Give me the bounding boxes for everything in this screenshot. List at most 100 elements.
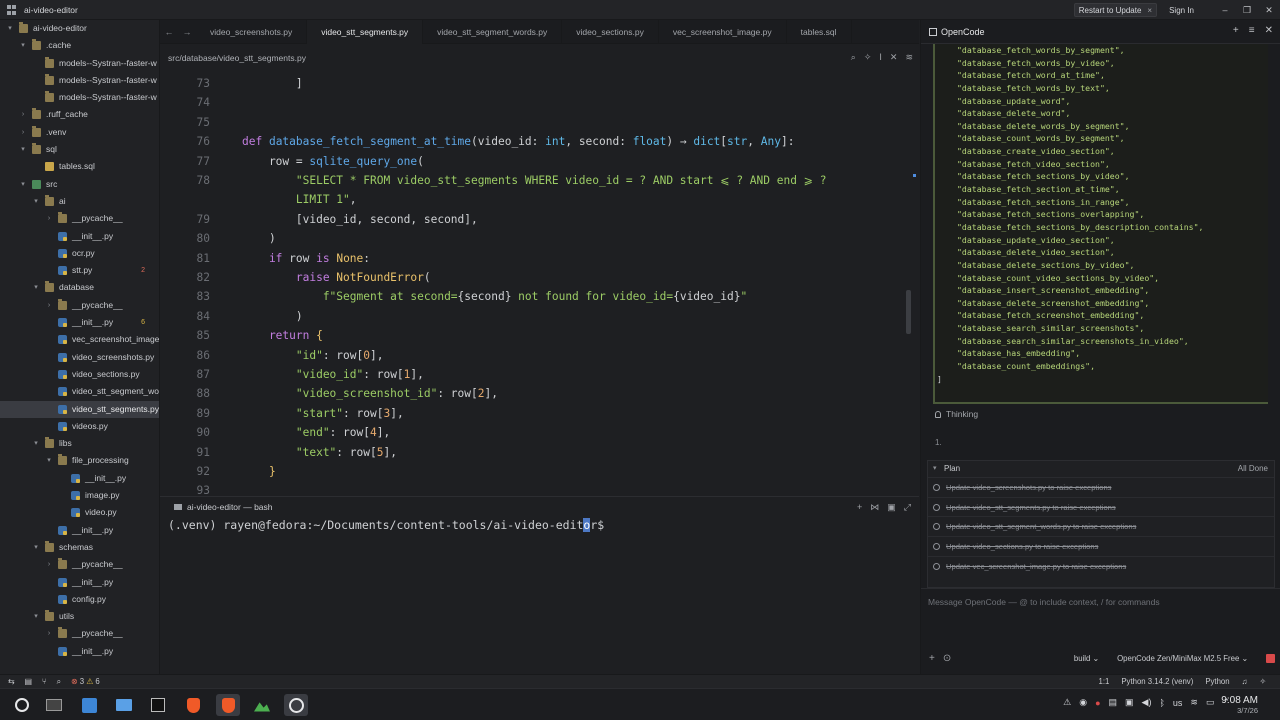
- brave-browser-active-icon[interactable]: [216, 694, 240, 716]
- tree-item[interactable]: models--Systran--faster-w: [0, 55, 159, 72]
- interpreter-selector[interactable]: Python 3.14.2 (venv): [1121, 677, 1193, 686]
- panel-close-icon[interactable]: ✕: [1265, 25, 1273, 36]
- bell-icon[interactable]: ♫: [1242, 677, 1248, 686]
- code-line[interactable]: 82 raise NotFoundError(: [160, 268, 900, 287]
- code-line[interactable]: 87 "video_id": row[1],: [160, 365, 900, 384]
- chevron-right-icon[interactable]: ›: [19, 124, 27, 141]
- split-icon[interactable]: ⋈: [870, 502, 879, 513]
- tree-item[interactable]: ▾ ai: [0, 193, 159, 210]
- obs-icon[interactable]: [284, 694, 308, 716]
- close-icon[interactable]: ✕: [890, 52, 898, 63]
- clipboard-icon[interactable]: ▤: [1109, 697, 1118, 708]
- terminal-prompt[interactable]: (.venv) rayen@fedora:~/Documents/content…: [168, 518, 604, 532]
- brave-browser-icon[interactable]: [181, 694, 205, 716]
- tree-item[interactable]: image.py: [0, 487, 159, 504]
- code-line[interactable]: 88 "video_screenshot_id": row[2],: [160, 384, 900, 403]
- tree-item[interactable]: video.py: [0, 504, 159, 521]
- chevron-down-icon[interactable]: ▾: [32, 608, 40, 625]
- editor-tab[interactable]: video_screenshots.py: [196, 19, 308, 44]
- terminal-panel[interactable]: ai-video-editor — bash + ⋈ ▣ ⤢ (.venv) r…: [160, 496, 919, 674]
- tree-item[interactable]: __init__.py: [0, 574, 159, 591]
- save-icon[interactable]: ▣: [1125, 697, 1134, 708]
- plan-item[interactable]: Update video_stt_segment_words.py to rai…: [928, 516, 1274, 536]
- plan-item[interactable]: Update video_sections.py to raise except…: [928, 536, 1274, 556]
- code-line[interactable]: 93: [160, 481, 900, 496]
- plan-header[interactable]: ▾ Plan All Done: [928, 461, 1274, 477]
- tree-item[interactable]: video_sections.py: [0, 366, 159, 383]
- chevron-right-icon[interactable]: ›: [45, 625, 53, 642]
- message-composer[interactable]: Message OpenCode — @ to include context,…: [921, 588, 1280, 674]
- maximize-icon[interactable]: ❐: [1236, 5, 1258, 16]
- files-icon[interactable]: [112, 694, 136, 716]
- tree-item[interactable]: vec_screenshot_image.: [0, 331, 159, 348]
- bluetooth-icon[interactable]: ᛒ: [1159, 698, 1164, 708]
- code-line[interactable]: 76 def database_fetch_segment_at_time(vid…: [160, 132, 900, 151]
- tree-item[interactable]: ▾ sql: [0, 141, 159, 158]
- message-input[interactable]: Message OpenCode — @ to include context,…: [928, 597, 1160, 607]
- stop-button[interactable]: [1266, 654, 1275, 663]
- chevron-down-icon[interactable]: ▾: [45, 452, 53, 469]
- add-terminal-icon[interactable]: +: [857, 502, 862, 513]
- target-icon[interactable]: ⊙: [943, 653, 951, 664]
- editor-tab[interactable]: video_sections.py: [562, 19, 659, 44]
- search-icon[interactable]: ⌕: [57, 677, 61, 687]
- clock[interactable]: 9:08 AM 3/7/26: [1221, 695, 1258, 715]
- restart-to-update-button[interactable]: Restart to Update ×: [1073, 3, 1158, 17]
- code-line[interactable]: 91 "text": row[5],: [160, 443, 900, 462]
- tree-item[interactable]: tables.sql: [0, 158, 159, 175]
- settings-icon[interactable]: ≋: [905, 52, 913, 63]
- back-icon[interactable]: ←: [160, 27, 178, 37]
- steam-icon[interactable]: ◉: [1079, 697, 1087, 708]
- chevron-down-icon[interactable]: ▾: [19, 141, 27, 158]
- code-line[interactable]: 85 return {: [160, 326, 900, 345]
- terminal-app-icon[interactable]: [42, 694, 66, 716]
- editor-tab[interactable]: video_stt_segment_words.py: [423, 19, 563, 44]
- minimize-icon[interactable]: –: [1214, 5, 1236, 15]
- tree-item[interactable]: video_screenshots.py: [0, 349, 159, 366]
- editor-tab[interactable]: vec_screenshot_image.py: [659, 19, 787, 44]
- code-line[interactable]: 90 "end": row[4],: [160, 423, 900, 442]
- chevron-down-icon[interactable]: ▾: [19, 176, 27, 193]
- tree-item[interactable]: models--Systran--faster-w: [0, 89, 159, 106]
- tree-item[interactable]: ▾ src: [0, 176, 159, 193]
- tree-item[interactable]: ▾ file_processing: [0, 452, 159, 469]
- terminal-tab[interactable]: ai-video-editor — bash: [174, 502, 273, 512]
- volume-icon[interactable]: ◀): [1142, 697, 1152, 708]
- plan-item[interactable]: Update vec_screenshot_image.py to raise …: [928, 555, 1274, 576]
- tree-item[interactable]: __init__.py: [0, 643, 159, 660]
- tree-item[interactable]: › .ruff_cache: [0, 106, 159, 123]
- chevron-right-icon[interactable]: ›: [45, 297, 53, 314]
- inline-assist-icon[interactable]: I: [879, 52, 882, 63]
- app-launcher-icon[interactable]: [10, 694, 34, 716]
- new-thread-icon[interactable]: +: [1233, 25, 1239, 36]
- app-menu-icon[interactable]: [7, 5, 17, 15]
- panel-toggle-icon[interactable]: ⇆: [8, 677, 15, 687]
- search-icon[interactable]: ⌕: [851, 52, 856, 63]
- battery-icon[interactable]: ▭: [1206, 697, 1215, 708]
- chevron-right-icon[interactable]: ›: [45, 556, 53, 573]
- record-icon[interactable]: ●: [1095, 698, 1100, 708]
- wifi-icon[interactable]: ≋: [1190, 697, 1198, 708]
- tree-item[interactable]: ▾ utils: [0, 608, 159, 625]
- chevron-down-icon[interactable]: ▾: [32, 193, 40, 210]
- tree-item[interactable]: › __pycache__: [0, 556, 159, 573]
- chevron-down-icon[interactable]: ▾: [6, 20, 14, 37]
- layout-icon[interactable]: ▣: [887, 502, 896, 513]
- cursor-position[interactable]: 1:1: [1099, 677, 1110, 686]
- expand-icon[interactable]: ⤢: [904, 502, 911, 513]
- editor-scrollbar[interactable]: [906, 290, 911, 334]
- plan-item[interactable]: Update video_stt_segments.py to raise ex…: [928, 496, 1274, 517]
- code-line[interactable]: 89 "start": row[3],: [160, 404, 900, 423]
- tree-item[interactable]: config.py: [0, 591, 159, 608]
- window-close-icon[interactable]: ✕: [1258, 5, 1280, 16]
- thinking-toggle[interactable]: Thinking: [935, 409, 978, 419]
- file-icon[interactable]: ▤: [25, 677, 32, 687]
- code-editor[interactable]: 73 ] 74 75 76 def database_fetch_segment_at_…: [160, 72, 919, 496]
- chevron-right-icon[interactable]: ›: [45, 210, 53, 227]
- tree-item[interactable]: __init__.py: [0, 522, 159, 539]
- add-context-icon[interactable]: +: [929, 653, 935, 664]
- code-line[interactable]: 86 "id": row[0],: [160, 346, 900, 365]
- forward-icon[interactable]: →: [178, 27, 196, 37]
- discover-icon[interactable]: [77, 694, 101, 716]
- tree-item[interactable]: video_stt_segment_wor: [0, 383, 159, 400]
